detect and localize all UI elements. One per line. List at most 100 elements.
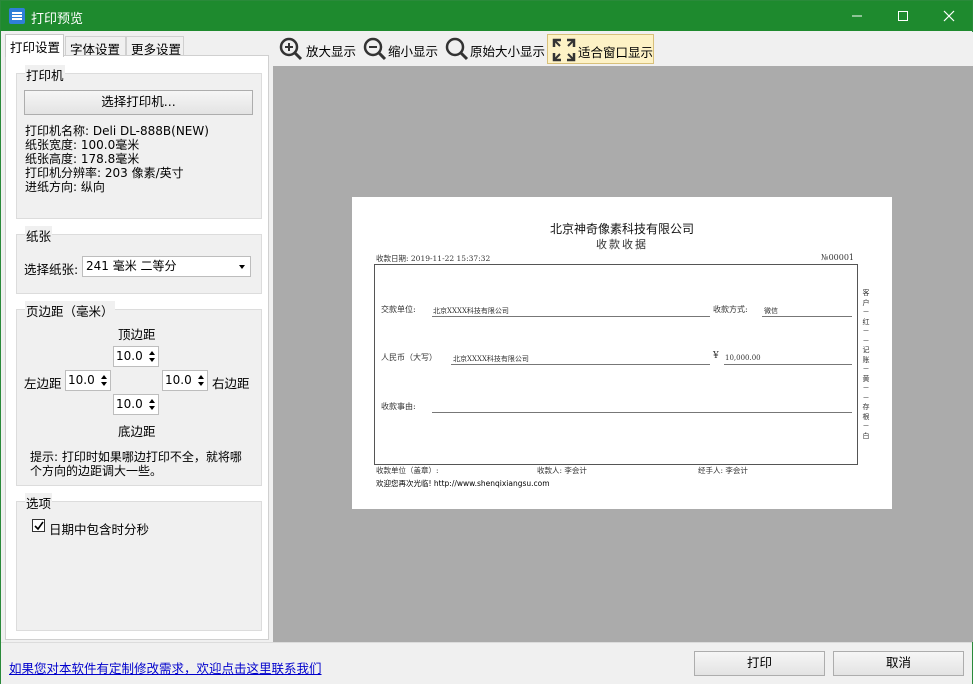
method-value: 微信 [764,307,778,315]
zoom-out-label: 缩小显示 [388,44,439,59]
side-note-char: 记 [862,346,870,354]
original-size-label: 原始大小显示 [470,44,546,59]
receipt-box: 交款单位: 北京XXXX科技有限公司 收款方式: 微信 人民币（大写） 北京XX… [374,264,858,465]
amount-cn-label: 人民币（大写） [381,353,437,362]
settings-panel: 打印设置 字体设置 更多设置 打印机 选择打印机... 打印机名称: Deli … [3,32,271,642]
paper-size-select[interactable]: 241 毫米 二等分 [82,256,251,277]
print-settings-page: 打印机 选择打印机... 打印机名称: Deli DL-888B(NEW) 纸张… [5,55,269,640]
fit-window-button[interactable]: 适合窗口显示 [547,34,654,64]
fit-window-label: 适合窗口显示 [578,45,654,60]
magnifier-icon [445,37,469,61]
footer-thanks: 欢迎您再次光临! http://www.shenqixiangsu.com [376,479,550,488]
margins-group: 页边距（毫米） 顶边距 10.0 左边距 10.0 10.0 右边距 10.0 [16,301,262,486]
receipt-number: №00001 [821,253,855,262]
preview-area[interactable]: 北京神奇像素科技有限公司 收款收据 收款日期: 2019-11-22 15:37… [273,66,973,642]
top-margin-label: 顶边距 [118,327,156,342]
spin-up-icon[interactable] [149,399,155,403]
spin-down-icon[interactable] [149,406,155,410]
tab-font-settings[interactable]: 字体设置 [65,36,126,57]
title-bar: 打印预览 [1,1,972,31]
paper-select-label: 选择纸张: [24,262,79,277]
app-icon [9,8,25,24]
tab-more-settings[interactable]: 更多设置 [126,36,184,57]
include-time-label[interactable]: 日期中包含时分秒 [49,519,149,538]
include-time-checkbox[interactable] [32,519,45,532]
right-margin-label: 右边距 [212,376,250,391]
footer-handler: 经手人: 李会计 [698,466,748,475]
options-group-title: 选项 [25,493,53,512]
left-margin-spinbox[interactable]: 10.0 [65,370,111,391]
receipt-page: 北京神奇像素科技有限公司 收款收据 收款日期: 2019-11-22 15:37… [352,197,892,509]
receipt-company: 北京神奇像素科技有限公司 [549,222,694,236]
amount-value: 10,000.00 [725,354,761,362]
paper-width: 纸张宽度: 100.0毫米 [25,138,140,152]
spin-down-icon[interactable] [198,382,204,386]
paper-group-title: 纸张 [25,226,53,245]
spin-down-icon[interactable] [149,358,155,362]
close-button[interactable] [926,1,972,31]
preview-toolbar: 放大显示 缩小显示 原始大小显示 适合窗口显示 [273,32,973,66]
amount-cn-underline [451,364,710,365]
side-note-char: － [862,422,870,430]
options-group: 选项 日期中包含时分秒 [16,493,262,631]
zoom-in-label: 放大显示 [306,44,357,59]
side-note-char: － [862,384,870,392]
method-label: 收款方式: [713,305,748,314]
currency-symbol: ¥ [713,351,719,361]
cancel-button[interactable]: 取消 [833,651,964,676]
zoom-in-button[interactable]: 放大显示 [275,34,357,64]
footer-unit: 收款单位（盖章）: [376,466,439,475]
side-note-char: － [862,393,870,402]
side-note-char: － [862,365,870,373]
contact-link[interactable]: 如果您对本软件有定制修改需求，欢迎点击这里联系我们 [9,658,322,677]
right-margin-value: 10.0 [165,373,192,387]
payer-value: 北京XXXX科技有限公司 [433,307,509,315]
top-margin-value: 10.0 [116,349,143,363]
amount-cn-value: 北京XXXX科技有限公司 [453,355,529,363]
zoom-out-icon [363,37,387,61]
bottom-margin-label: 底边距 [118,424,156,439]
side-note-char: 白 [862,431,870,440]
side-note-char: 客 [862,289,870,297]
zoom-in-icon [279,37,303,61]
side-note-char: 根 [862,412,870,421]
margins-group-title: 页边距（毫米） [25,301,115,320]
right-margin-spinbox[interactable]: 10.0 [162,370,208,391]
printer-resolution: 打印机分辨率: 203 像素/英寸 [25,166,184,180]
receipt-date: 收款日期: 2019-11-22 15:37:32 [376,254,491,263]
tab-print-settings[interactable]: 打印设置 [5,34,64,57]
paper-height: 纸张高度: 178.8毫米 [25,152,140,166]
printer-group-title: 打印机 [25,65,65,84]
spin-up-icon[interactable] [198,375,204,379]
side-note-char: 户 [862,298,870,307]
checkmark-icon [34,521,44,531]
receipt-title: 收款收据 [596,238,648,251]
side-note-char: － [862,308,870,316]
print-preview-window: 打印预览 打印设置 字体设置 更多设置 打印机 选择打印机... 打印机名称: … [0,0,973,684]
maximize-button[interactable] [880,1,926,31]
window-title: 打印预览 [31,12,84,27]
payer-label: 交款单位: [381,305,416,314]
receipt-side-note: 客户－红－－记账－黄－－存根－白 [861,289,871,441]
top-margin-spinbox[interactable]: 10.0 [113,346,159,367]
amount-underline [724,364,852,365]
method-underline [762,316,852,317]
original-size-button[interactable]: 原始大小显示 [441,34,545,64]
chevron-down-icon [239,265,245,269]
printer-group: 打印机 选择打印机... 打印机名称: Deli DL-888B(NEW) 纸张… [16,65,262,219]
spin-up-icon[interactable] [149,351,155,355]
maximize-icon [898,11,908,21]
footer-payee: 收款人: 李会计 [537,466,587,475]
select-printer-button[interactable]: 选择打印机... [24,90,253,115]
print-button[interactable]: 打印 [694,651,825,676]
minimize-button[interactable] [834,1,880,31]
side-note-char: 账 [862,355,870,364]
spin-up-icon[interactable] [101,375,107,379]
spin-down-icon[interactable] [101,382,107,386]
side-note-char: 红 [862,317,870,326]
zoom-out-button[interactable]: 缩小显示 [359,34,441,64]
bottom-bar: 如果您对本软件有定制修改需求，欢迎点击这里联系我们 打印 取消 [1,642,972,684]
bottom-margin-spinbox[interactable]: 10.0 [113,394,159,415]
side-note-char: 黄 [862,374,870,383]
reason-underline [432,412,852,413]
